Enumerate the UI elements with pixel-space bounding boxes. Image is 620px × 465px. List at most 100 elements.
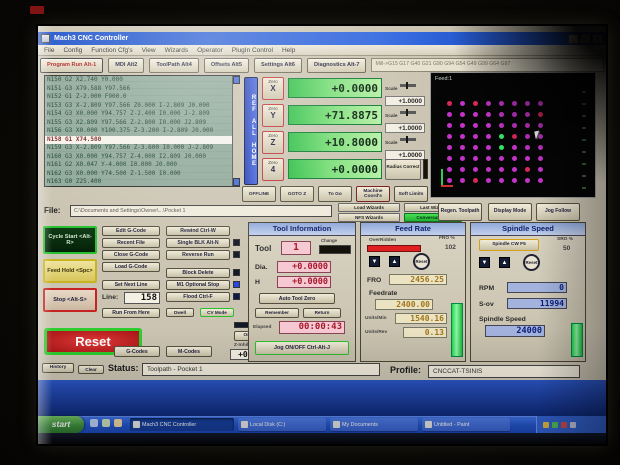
- scroll-down-icon[interactable]: [233, 178, 240, 186]
- tab-settings[interactable]: Settings Alt6: [254, 57, 302, 73]
- zero-4-button[interactable]: Zero 4: [262, 158, 284, 181]
- cycle-start-button[interactable]: Cycle Start <Alt-R>: [43, 226, 97, 254]
- menu-config[interactable]: Config: [63, 47, 82, 54]
- taskbar-task-2[interactable]: Local Disk (C:): [238, 418, 326, 431]
- gcode-scrollbar[interactable]: [232, 76, 240, 186]
- gcode-window[interactable]: N150 G2 X2.740 Y0.000 N151 G3 X79.588 Y97…: [44, 75, 240, 187]
- menu-file[interactable]: File: [44, 47, 54, 54]
- gcode-line[interactable]: N158 G1 X74.500: [45, 135, 239, 144]
- single-blk-button[interactable]: Single BLK Alt-N: [166, 238, 230, 248]
- menu-plugin-control[interactable]: PlugIn Control: [232, 47, 273, 54]
- regen-toolpath-button[interactable]: Regen. Toolpath: [438, 203, 482, 221]
- file-path-box[interactable]: C:\Documents and Settings\Owner\...\Pock…: [70, 205, 332, 217]
- tray-icon-1[interactable]: [543, 421, 549, 428]
- feed-hold-button[interactable]: Feed Hold <Spc>: [43, 259, 97, 283]
- gcode-line[interactable]: N151 G3 X79.588 Y97.566: [45, 85, 239, 94]
- return-button[interactable]: Return: [303, 308, 341, 318]
- m1-optional-stop-button[interactable]: M1 Optional Stop: [166, 280, 230, 290]
- menu-wizards[interactable]: Wizards: [165, 47, 188, 54]
- soft-limits-button[interactable]: Soft Limits: [394, 186, 428, 202]
- tab-program-run[interactable]: Program Run Alt-1: [40, 57, 104, 73]
- reverse-run-button[interactable]: Reverse Run: [166, 250, 230, 260]
- tab-mdi[interactable]: MDI Alt2: [108, 57, 145, 73]
- tray-icon-2[interactable]: [552, 421, 558, 428]
- scale-slider[interactable]: [399, 136, 416, 144]
- gcodes-button[interactable]: G-Codes: [114, 346, 160, 357]
- run-from-here-button[interactable]: Run From Here: [102, 308, 160, 318]
- gcode-line[interactable]: N159 G3 X-2.809 Y97.566 Z-3.600 I0.000 J…: [45, 144, 239, 153]
- taskbar-task-4[interactable]: Untitled - Paint: [422, 418, 510, 431]
- tray-icon-3[interactable]: [561, 421, 567, 428]
- recent-file-button[interactable]: Recent File: [102, 238, 160, 248]
- history-button[interactable]: History: [42, 363, 74, 373]
- quick-launch-desktop-icon[interactable]: [102, 419, 110, 427]
- gcode-line[interactable]: N156 G3 X0.000 Y100.375 Z-3.200 I-2.809 …: [45, 127, 239, 136]
- machine-coords-button[interactable]: Machine Coord's: [356, 186, 390, 202]
- menu-function-cfgs[interactable]: Function Cfg's: [91, 47, 132, 54]
- gcode-line[interactable]: N152 G1 Z-2.000 F900.0: [45, 93, 239, 102]
- tab-toolpath[interactable]: ToolPath Alt4: [149, 57, 199, 73]
- jog-follow-button[interactable]: Jog Follow: [536, 203, 580, 221]
- zero-x-button[interactable]: Zero X: [262, 77, 284, 100]
- offline-button[interactable]: OFFLINE: [242, 186, 276, 202]
- gcode-line[interactable]: N155 G3 X2.809 Y97.566 Z-2.800 I0.000 J2…: [45, 119, 239, 128]
- taskbar-task-3[interactable]: My Documents: [330, 418, 418, 431]
- taskbar-task-mach3[interactable]: Mach3 CNC Controller: [130, 418, 234, 431]
- goto-z-button[interactable]: GOTO Z: [280, 186, 314, 202]
- minimize-button[interactable]: _: [568, 34, 579, 44]
- gcode-line[interactable]: N153 G3 X-2.809 Y97.566 Z0.000 I-2.809 J…: [45, 102, 239, 111]
- fro-value[interactable]: 2456.25: [389, 274, 447, 285]
- spindle-lower-button[interactable]: ▼: [479, 257, 490, 268]
- gcode-line[interactable]: N162 G3 X0.000 Y74.500 Z-1.500 I0.000: [45, 170, 239, 179]
- scroll-up-icon[interactable]: [233, 76, 240, 84]
- menu-view[interactable]: View: [142, 47, 156, 54]
- jog-on-off-button[interactable]: Jog ON/OFF Ctrl-Alt-J: [255, 341, 349, 355]
- spindle-override-slider[interactable]: [571, 323, 583, 357]
- menu-operator[interactable]: Operator: [197, 47, 223, 54]
- maximize-button[interactable]: □: [580, 34, 591, 44]
- feed-override-slider[interactable]: [451, 303, 463, 357]
- dia-value[interactable]: +0.0000: [277, 261, 331, 273]
- dro-z[interactable]: +10.8000: [288, 132, 382, 152]
- gcode-line[interactable]: N150 G2 X2.740 Y0.000: [45, 76, 239, 85]
- spindle-reset-button[interactable]: Reset: [523, 254, 540, 271]
- load-wizards-button[interactable]: Load Wizards: [338, 203, 400, 212]
- dro-x[interactable]: +0.0000: [288, 78, 382, 98]
- quick-launch-media-icon[interactable]: [114, 419, 122, 427]
- start-button[interactable]: start: [38, 416, 84, 433]
- gcode-line[interactable]: N154 G3 X0.000 Y94.757 Z-2.400 I0.000 J-…: [45, 110, 239, 119]
- spindle-speed-value[interactable]: 24000: [485, 325, 545, 337]
- gcode-line[interactable]: N160 G3 X0.000 Y94.757 Z-4.000 I2.809 J0…: [45, 153, 239, 162]
- spindle-raise-button[interactable]: ▲: [499, 257, 510, 268]
- ref-all-home-button[interactable]: REF ALL HOME: [244, 77, 258, 185]
- close-button[interactable]: X: [592, 34, 603, 44]
- flood-button[interactable]: Flood Ctrl-F: [166, 292, 230, 302]
- mcodes-button[interactable]: M-Codes: [166, 346, 212, 357]
- toolpath-display[interactable]: Feed:1: [430, 72, 596, 198]
- scale-slider[interactable]: [399, 82, 416, 90]
- block-delete-button[interactable]: Block Delete: [166, 268, 230, 278]
- feedrate-value[interactable]: 2400.00: [375, 299, 433, 310]
- to-go-button[interactable]: To Go: [318, 186, 352, 202]
- tool-number[interactable]: 1: [281, 241, 311, 255]
- remember-button[interactable]: Remember: [255, 308, 299, 318]
- feed-raise-button[interactable]: ▲: [389, 256, 400, 267]
- nfs-wizards-button[interactable]: NFS Wizards: [338, 213, 400, 222]
- load-gcode-button[interactable]: Load G-Code: [102, 262, 160, 272]
- display-mode-button[interactable]: Display Mode: [488, 203, 532, 221]
- spindle-cw-button[interactable]: Spindle CW F5: [479, 239, 539, 251]
- h-value[interactable]: +0.0000: [277, 276, 331, 288]
- auto-tool-zero-button[interactable]: Auto Tool Zero: [259, 293, 335, 304]
- radius-correct-button[interactable]: Radius Correct: [385, 159, 421, 180]
- stop-button[interactable]: Stop <Alt-S>: [43, 288, 97, 312]
- gcode-line[interactable]: N161 G2 X0.047 Y-4.000 I0.000 J0.000: [45, 161, 239, 170]
- tray-icon-4[interactable]: [570, 421, 576, 428]
- feed-reset-button[interactable]: Reset: [413, 253, 430, 270]
- edit-gcode-button[interactable]: Edit G-Code: [102, 226, 160, 236]
- feed-lower-button[interactable]: ▼: [369, 256, 380, 267]
- line-number[interactable]: 158: [124, 292, 160, 304]
- rewind-button[interactable]: Rewind Ctrl-W: [166, 226, 230, 236]
- sov-value[interactable]: 11994: [507, 298, 567, 309]
- set-next-line-button[interactable]: Set Next Line: [102, 280, 160, 290]
- zero-z-button[interactable]: Zero Z: [262, 131, 284, 154]
